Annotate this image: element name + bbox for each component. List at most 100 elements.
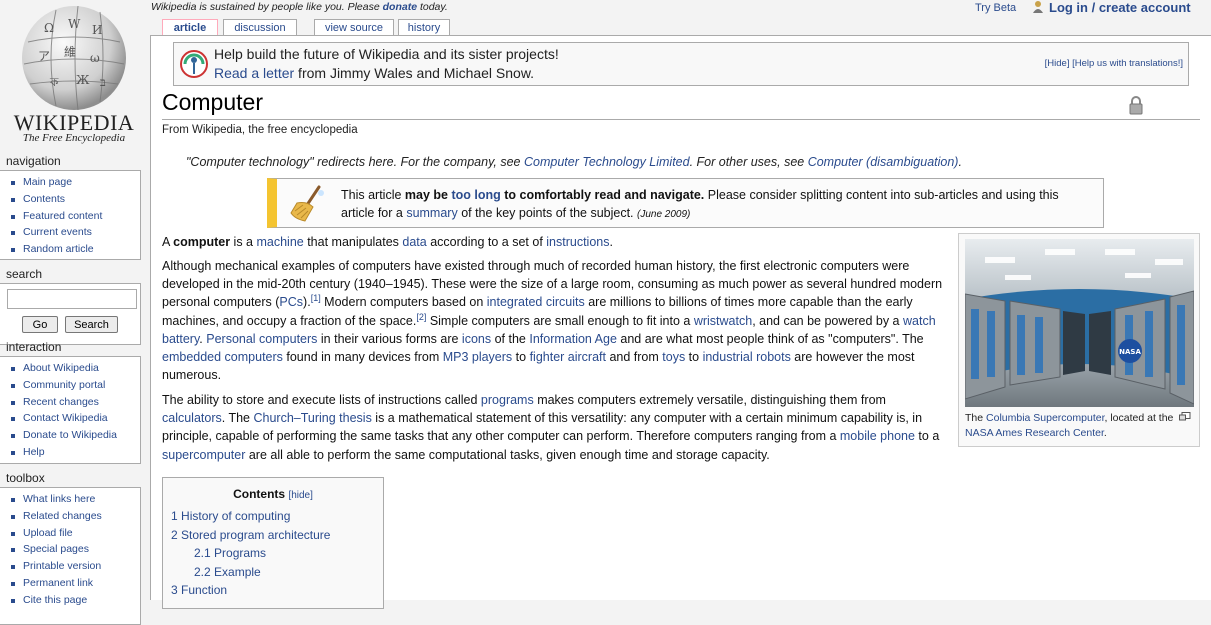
too-long-link[interactable]: too long bbox=[451, 188, 500, 202]
navigation-heading: navigation bbox=[6, 154, 61, 168]
link-icons[interactable]: icons bbox=[462, 332, 491, 346]
try-beta-link[interactable]: Try Beta bbox=[975, 2, 1016, 14]
svg-text:И: И bbox=[92, 23, 102, 37]
paragraph-history: Although mechanical examples of computer… bbox=[162, 257, 948, 384]
link-calculators[interactable]: calculators bbox=[162, 411, 222, 425]
toc-item-programs[interactable]: 2.1 Programs bbox=[194, 546, 266, 560]
link-industrial-robots[interactable]: industrial robots bbox=[703, 350, 791, 364]
table-of-contents: Contents [hide] 1 History of computing 2… bbox=[162, 477, 384, 609]
link-instructions[interactable]: instructions bbox=[546, 235, 609, 249]
link-nasa-ames[interactable]: NASA Ames Research Center bbox=[965, 427, 1104, 439]
link-columbia-supercomputer[interactable]: Columbia Supercomputer bbox=[986, 412, 1104, 424]
toc-item-example[interactable]: 2.2 Example bbox=[194, 565, 261, 579]
text: A bbox=[162, 235, 174, 249]
toc-label: Programs bbox=[214, 546, 267, 560]
link-mp3-players[interactable]: MP3 players bbox=[443, 350, 512, 364]
hatnote-link-company[interactable]: Computer Technology Limited bbox=[524, 155, 690, 169]
search-button[interactable]: Search bbox=[65, 316, 118, 333]
link-supercomputer[interactable]: supercomputer bbox=[162, 448, 245, 462]
wikimedia-icon bbox=[180, 50, 208, 78]
text: of the bbox=[491, 331, 530, 346]
donation-text-end: today. bbox=[417, 1, 448, 13]
link-information-age[interactable]: Information Age bbox=[529, 332, 617, 346]
read-letter-link[interactable]: Read a letter bbox=[214, 65, 294, 81]
paragraph-intro: A computer is a machine that manipulates… bbox=[162, 233, 948, 251]
reference-link[interactable]: [1] bbox=[311, 293, 321, 303]
magnify-icon[interactable] bbox=[1179, 412, 1191, 421]
interaction-heading: interaction bbox=[6, 340, 62, 354]
search-portlet: search Go Search bbox=[0, 267, 141, 345]
caption-text: , located at the bbox=[1104, 412, 1174, 424]
tab-view-source[interactable]: view source bbox=[314, 19, 394, 36]
link-pcs[interactable]: PCs bbox=[279, 295, 303, 309]
link-wristwatch[interactable]: wristwatch bbox=[694, 314, 752, 328]
text: . bbox=[609, 235, 613, 249]
notice-text: This article bbox=[341, 188, 405, 202]
toc-item-stored-program[interactable]: 2 Stored program architecture bbox=[171, 528, 330, 542]
toolbox-heading: toolbox bbox=[6, 471, 45, 485]
sidebar-item-community-portal[interactable]: Community portal bbox=[23, 379, 105, 391]
sidebar-item-recent-changes[interactable]: Recent changes bbox=[23, 396, 99, 408]
login-link[interactable]: Log in / create account bbox=[1049, 0, 1191, 15]
link-mobile-phone[interactable]: mobile phone bbox=[840, 429, 915, 443]
supercomputer-image[interactable]: NASA bbox=[965, 239, 1194, 407]
sidebar-item-random-article[interactable]: Random article bbox=[23, 243, 94, 255]
tab-discussion[interactable]: discussion bbox=[223, 19, 297, 36]
link-personal-computers[interactable]: Personal computers bbox=[206, 332, 317, 346]
link-programs[interactable]: programs bbox=[481, 393, 534, 407]
tab-history[interactable]: history bbox=[398, 19, 450, 36]
tab-article[interactable]: article bbox=[162, 19, 218, 36]
text: , and can be powered by a bbox=[752, 313, 903, 328]
donate-link[interactable]: donate bbox=[383, 1, 417, 13]
sidebar-item-what-links-here[interactable]: What links here bbox=[23, 493, 95, 505]
svg-text:維: 維 bbox=[64, 45, 76, 59]
link-toys[interactable]: toys bbox=[662, 350, 685, 364]
sidebar-item-contact-wikipedia[interactable]: Contact Wikipedia bbox=[23, 412, 108, 424]
sidebar-item-cite-this-page[interactable]: Cite this page bbox=[23, 594, 87, 606]
sidebar-item-donate[interactable]: Donate to Wikipedia bbox=[23, 429, 117, 441]
search-input[interactable] bbox=[7, 289, 137, 309]
reference-link[interactable]: [2] bbox=[416, 311, 426, 321]
sidebar-item-about-wikipedia[interactable]: About Wikipedia bbox=[23, 362, 99, 374]
sidebar-item-special-pages[interactable]: Special pages bbox=[23, 543, 89, 555]
sidebar-item-printable-version[interactable]: Printable version bbox=[23, 560, 101, 572]
notice-text: of the key points of the subject. bbox=[457, 206, 637, 220]
hatnote: "Computer technology" redirects here. Fo… bbox=[186, 155, 962, 169]
go-button[interactable]: Go bbox=[22, 316, 58, 333]
sidebar-item-main-page[interactable]: Main page bbox=[23, 176, 72, 188]
link-data[interactable]: data bbox=[402, 235, 426, 249]
sidebar-item-related-changes[interactable]: Related changes bbox=[23, 510, 102, 522]
sidebar-item-featured-content[interactable]: Featured content bbox=[23, 210, 102, 222]
link-machine[interactable]: machine bbox=[256, 235, 303, 249]
toolbox-portlet: toolbox What links here Related changes … bbox=[0, 471, 141, 625]
broom-icon bbox=[290, 185, 324, 222]
summary-link[interactable]: summary bbox=[406, 206, 457, 220]
link-church-turing-thesis[interactable]: Church–Turing thesis bbox=[253, 411, 371, 425]
notice-bold: to comfortably read and navigate. bbox=[500, 188, 705, 202]
sidebar-item-help[interactable]: Help bbox=[23, 446, 45, 458]
sidebar-item-permanent-link[interactable]: Permanent link bbox=[23, 577, 93, 589]
hatnote-link-disambiguation[interactable]: Computer (disambiguation) bbox=[808, 155, 959, 169]
search-heading: search bbox=[6, 267, 43, 281]
hide-notice-link[interactable]: [Hide] bbox=[1045, 58, 1070, 69]
wikipedia-logo[interactable]: ΩWИ ア維ω কЖב WIKIPEDIA The Free Encyclope… bbox=[6, 0, 142, 150]
toc-number: 3 bbox=[171, 583, 178, 597]
user-icon bbox=[1033, 1, 1043, 13]
notice-bold: may be bbox=[404, 188, 452, 202]
link-fighter-aircraft[interactable]: fighter aircraft bbox=[530, 350, 606, 364]
help-translations-link[interactable]: [Help us with translations!] bbox=[1072, 58, 1183, 69]
toc-number: 2.1 bbox=[194, 546, 211, 560]
link-integrated-circuits[interactable]: integrated circuits bbox=[487, 295, 585, 309]
paragraph-versatility: The ability to store and execute lists o… bbox=[162, 391, 948, 464]
toc-hide-link[interactable]: [hide] bbox=[288, 490, 312, 501]
toc-item-function[interactable]: 3 Function bbox=[171, 583, 227, 597]
link-embedded-computers[interactable]: embedded computers bbox=[162, 350, 283, 364]
site-notice-heading: Help build the future of Wikipedia and i… bbox=[214, 46, 559, 62]
toc-item-history[interactable]: 1 History of computing bbox=[171, 509, 290, 523]
wikipedia-globe-icon: ΩWИ ア維ω ক Жב bbox=[22, 5, 126, 111]
too-long-notice-text: This article may be too long to comforta… bbox=[341, 186, 1091, 224]
sidebar-item-contents[interactable]: Contents bbox=[23, 193, 65, 205]
site-notice-subline-text: from Jimmy Wales and Michael Snow. bbox=[294, 65, 535, 81]
sidebar-item-upload-file[interactable]: Upload file bbox=[23, 527, 73, 539]
sidebar-item-current-events[interactable]: Current events bbox=[23, 226, 92, 238]
